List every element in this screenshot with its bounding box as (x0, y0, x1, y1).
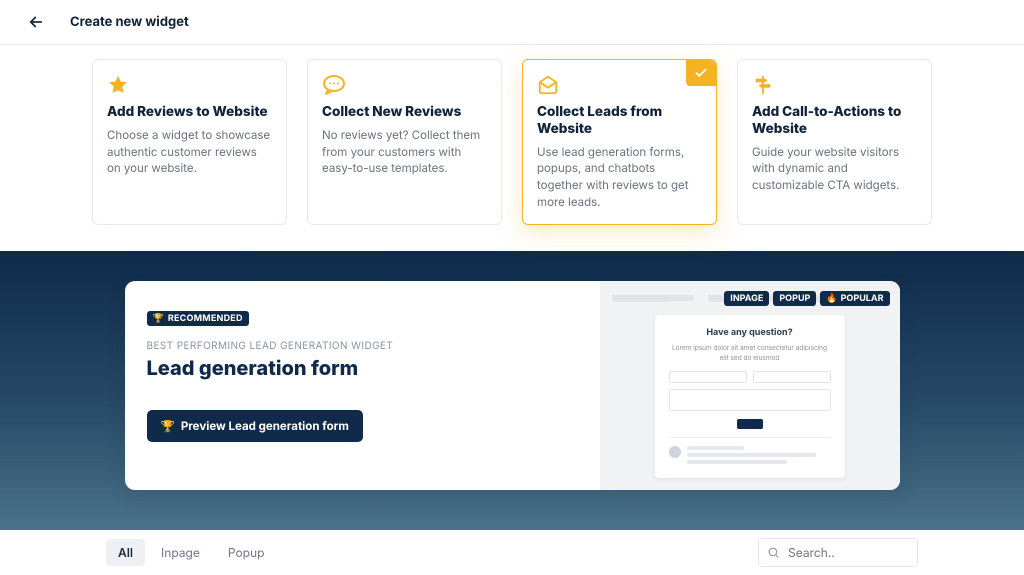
hero-left: 🏆 RECOMMENDED BEST PERFORMING LEAD GENER… (125, 281, 600, 489)
card-add-cta[interactable]: Add Call-to-Actions to Website Guide you… (737, 59, 932, 225)
card-desc: No reviews yet? Collect them from your c… (322, 127, 487, 177)
hero-card: 🏆 RECOMMENDED BEST PERFORMING LEAD GENER… (125, 281, 900, 489)
card-title: Add Reviews to Website (107, 104, 272, 121)
recommended-badge: 🏆 RECOMMENDED (147, 311, 249, 326)
tag-popup: POPUP (773, 291, 816, 306)
mock-submit (737, 419, 763, 429)
tab-all[interactable]: All (106, 539, 145, 566)
filter-tabs: All Inpage Popup (106, 539, 276, 566)
tag-popular-label: POPULAR (841, 293, 884, 304)
hero-subheading: BEST PERFORMING LEAD GENERATION WIDGET (147, 340, 578, 352)
topbar: Create new widget (0, 0, 1024, 45)
mock-form-card: Have any question? Lorem ipsum dolor sit… (655, 315, 845, 477)
filter-bar: All Inpage Popup (82, 530, 942, 575)
tab-inpage[interactable]: Inpage (149, 539, 212, 566)
card-title: Collect New Reviews (322, 104, 487, 121)
selected-corner (686, 60, 716, 86)
hero-title: Lead generation form (147, 356, 578, 380)
arrow-left-icon (27, 13, 45, 31)
hero-section: 🏆 RECOMMENDED BEST PERFORMING LEAD GENER… (0, 251, 1024, 529)
preview-button[interactable]: 🏆 Preview Lead generation form (147, 410, 363, 442)
search-input[interactable] (786, 544, 896, 561)
cta-label: Preview Lead generation form (181, 419, 349, 433)
tag-popular: 🔥 POPULAR (820, 291, 889, 306)
card-desc: Choose a widget to showcase authentic cu… (107, 127, 272, 177)
mock-review (669, 437, 831, 464)
card-title: Add Call-to-Actions to Website (752, 104, 917, 138)
preview-tags: INPAGE POPUP 🔥 POPULAR (724, 291, 889, 306)
card-desc: Use lead generation forms, popups, and c… (537, 144, 702, 211)
signpost-icon (752, 74, 917, 96)
mock-form-title: Have any question? (669, 327, 831, 338)
envelope-open-icon (537, 74, 702, 96)
fire-icon: 🔥 (826, 293, 837, 304)
mock-form-subtitle: Lorem ipsum dolor sit amet consectetur a… (669, 344, 831, 362)
trophy-icon: 🏆 (161, 419, 175, 433)
mock-inputs (669, 371, 831, 383)
search-box[interactable] (758, 538, 918, 567)
page-title: Create new widget (70, 14, 189, 30)
chat-icon (322, 74, 487, 96)
card-collect-reviews[interactable]: Collect New Reviews No reviews yet? Coll… (307, 59, 502, 225)
card-title: Collect Leads from Website (537, 104, 702, 138)
badge-label: RECOMMENDED (168, 313, 243, 324)
card-add-reviews[interactable]: Add Reviews to Website Choose a widget t… (92, 59, 287, 225)
search-icon (767, 546, 780, 559)
check-icon (694, 66, 708, 80)
widget-type-cards: Add Reviews to Website Choose a widget t… (0, 45, 1024, 251)
star-icon (107, 74, 272, 96)
tag-inpage: INPAGE (724, 291, 769, 306)
card-collect-leads[interactable]: Collect Leads from Website Use lead gene… (522, 59, 717, 225)
card-desc: Guide your website visitors with dynamic… (752, 144, 917, 194)
hero-preview: INPAGE POPUP 🔥 POPULAR Have any question… (600, 281, 900, 489)
mock-textarea (669, 389, 831, 411)
back-button[interactable] (24, 10, 48, 34)
avatar (669, 446, 681, 458)
trophy-icon: 🏆 (153, 313, 164, 324)
tab-popup[interactable]: Popup (216, 539, 277, 566)
